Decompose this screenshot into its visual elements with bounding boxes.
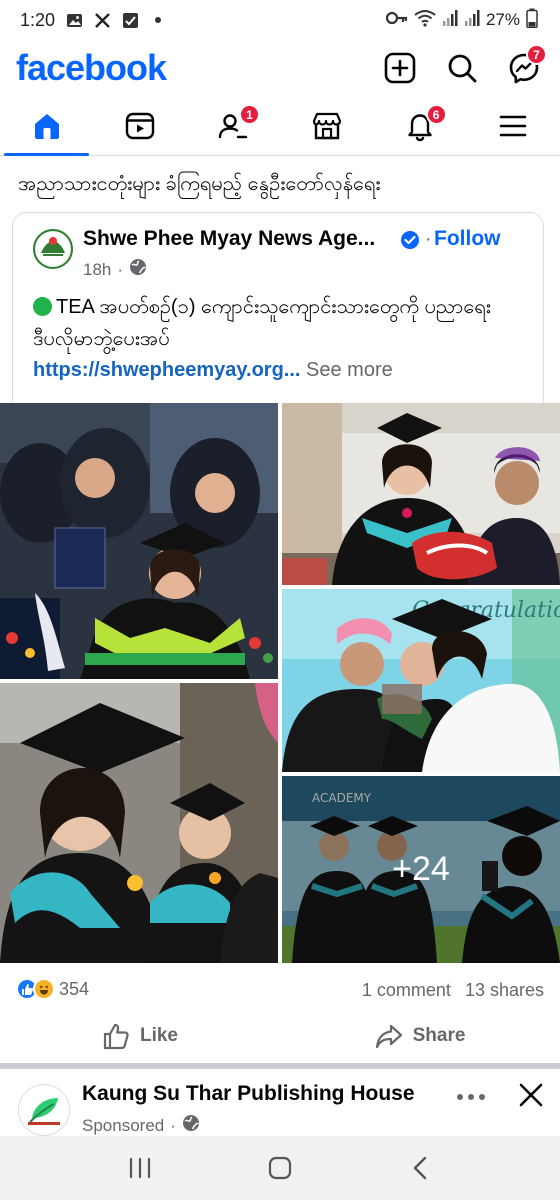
- sponsored-label: Sponsored: [82, 1115, 165, 1135]
- signal-icon: [442, 9, 458, 32]
- share-arrow-icon: [375, 1024, 402, 1049]
- post-options-button[interactable]: [456, 1082, 486, 1108]
- photo-1[interactable]: [0, 403, 278, 679]
- tab-home[interactable]: [0, 96, 93, 156]
- home-icon: [34, 113, 59, 139]
- marketplace-icon: [312, 112, 341, 139]
- search-button[interactable]: [442, 48, 482, 88]
- app-header: facebook 7: [0, 40, 560, 96]
- more-photos-overlay[interactable]: +24: [282, 776, 560, 963]
- home-system-button[interactable]: [260, 1148, 300, 1188]
- post-text: TEA အပတ်စဉ်(၁) ကျောင်းသူကျောင်းသားတွေကို…: [33, 291, 533, 355]
- page-avatar[interactable]: [33, 229, 73, 269]
- photo-5[interactable]: ACADEMY +24: [282, 776, 560, 963]
- main-nav-tabs: 1 6: [0, 96, 560, 156]
- notifications-badge: 6: [425, 104, 447, 125]
- sponsor-avatar[interactable]: [18, 1084, 70, 1136]
- status-bar: 1:20 27%: [0, 0, 560, 40]
- wifi-icon: [414, 9, 436, 32]
- battery-icon: [526, 8, 538, 33]
- like-label: Like: [139, 1025, 179, 1046]
- key-icon: [385, 10, 408, 30]
- tab-video[interactable]: [93, 96, 186, 155]
- post-text-content: TEA အပတ်စဉ်(၁) ကျောင်းသူကျောင်းသားတွေကို…: [33, 296, 491, 350]
- post-headline: အညာသားငတုံးများ ခံကြရမည့် နွေဦးတော်လှန်ရ…: [18, 173, 381, 195]
- page-name[interactable]: Shwe Phee Myay News Age...: [83, 227, 375, 251]
- search-icon: [448, 54, 477, 83]
- hide-post-button[interactable]: [516, 1080, 546, 1115]
- battery-level: 27%: [485, 10, 520, 29]
- post-link[interactable]: https://shwepheemyay.org...: [33, 359, 300, 381]
- photo-4[interactable]: [0, 683, 278, 963]
- checkbox-icon: [121, 11, 139, 29]
- tab-marketplace[interactable]: [280, 96, 373, 155]
- globe-icon: [129, 258, 147, 281]
- dot-icon: [149, 11, 167, 29]
- post-actions: Like Share: [0, 1012, 560, 1060]
- share-label: Share: [412, 1025, 466, 1046]
- back-button[interactable]: [400, 1148, 440, 1188]
- like-button[interactable]: Like: [0, 1012, 280, 1060]
- x-app-icon: [93, 11, 111, 29]
- video-icon: [125, 112, 155, 139]
- post-link-line: https://shwepheemyay.org... See more: [33, 359, 393, 382]
- tab-notifications[interactable]: 6: [373, 96, 466, 155]
- haha-reaction-icon: [33, 978, 55, 1000]
- see-more-button[interactable]: See more: [306, 359, 393, 381]
- post-time: 18h: [83, 259, 112, 279]
- tab-menu[interactable]: [467, 96, 560, 155]
- thumbs-up-icon: [103, 1023, 129, 1050]
- comment-count[interactable]: 1 comment: [362, 980, 451, 1001]
- meta-dot-icon: ·: [117, 259, 124, 279]
- post-meta: 18h ·: [83, 258, 147, 281]
- verified-badge-icon: [400, 230, 420, 255]
- follow-button[interactable]: Follow: [434, 227, 501, 251]
- photo-3[interactable]: Congratulation: [282, 589, 560, 772]
- hamburger-icon: [499, 115, 527, 136]
- feed-divider: [0, 1063, 560, 1069]
- reactions-summary[interactable]: 354: [16, 978, 89, 1000]
- meta-dot-icon: ·: [170, 1115, 176, 1135]
- recents-icon: [129, 1157, 151, 1179]
- photo-2[interactable]: [282, 403, 560, 585]
- recent-apps-button[interactable]: [120, 1148, 160, 1188]
- create-post-button[interactable]: [380, 48, 420, 88]
- green-circle-icon: [33, 297, 52, 316]
- system-navigation-bar: [0, 1136, 560, 1200]
- facebook-logo[interactable]: facebook: [16, 47, 167, 89]
- share-count[interactable]: 13 shares: [465, 980, 544, 1001]
- globe-icon: [182, 1114, 200, 1137]
- share-button[interactable]: Share: [280, 1012, 560, 1060]
- home-square-icon: [268, 1156, 292, 1180]
- messenger-button[interactable]: 7: [504, 44, 547, 88]
- messenger-badge: 7: [526, 44, 547, 65]
- status-time: 1:20: [20, 9, 56, 30]
- shared-post-card[interactable]: Shwe Phee Myay News Age... · Follow 18h …: [12, 212, 544, 412]
- engagement-counts: 1 comment 13 shares: [362, 980, 544, 1001]
- gallery-icon: [65, 11, 83, 29]
- friends-badge: 1: [238, 104, 260, 125]
- more-dots-icon: [457, 1094, 485, 1100]
- close-icon: [519, 1083, 543, 1107]
- sponsor-name[interactable]: Kaung Su Thar Publishing House: [82, 1082, 415, 1106]
- tab-friends[interactable]: 1: [187, 96, 280, 155]
- plus-square-icon: [384, 52, 416, 84]
- back-chevron-icon: [413, 1156, 427, 1180]
- follow-separator-icon: ·: [425, 228, 432, 250]
- reaction-count: 354: [59, 978, 90, 999]
- sponsored-meta: Sponsored ·: [82, 1114, 200, 1137]
- signal-icon: [464, 9, 480, 32]
